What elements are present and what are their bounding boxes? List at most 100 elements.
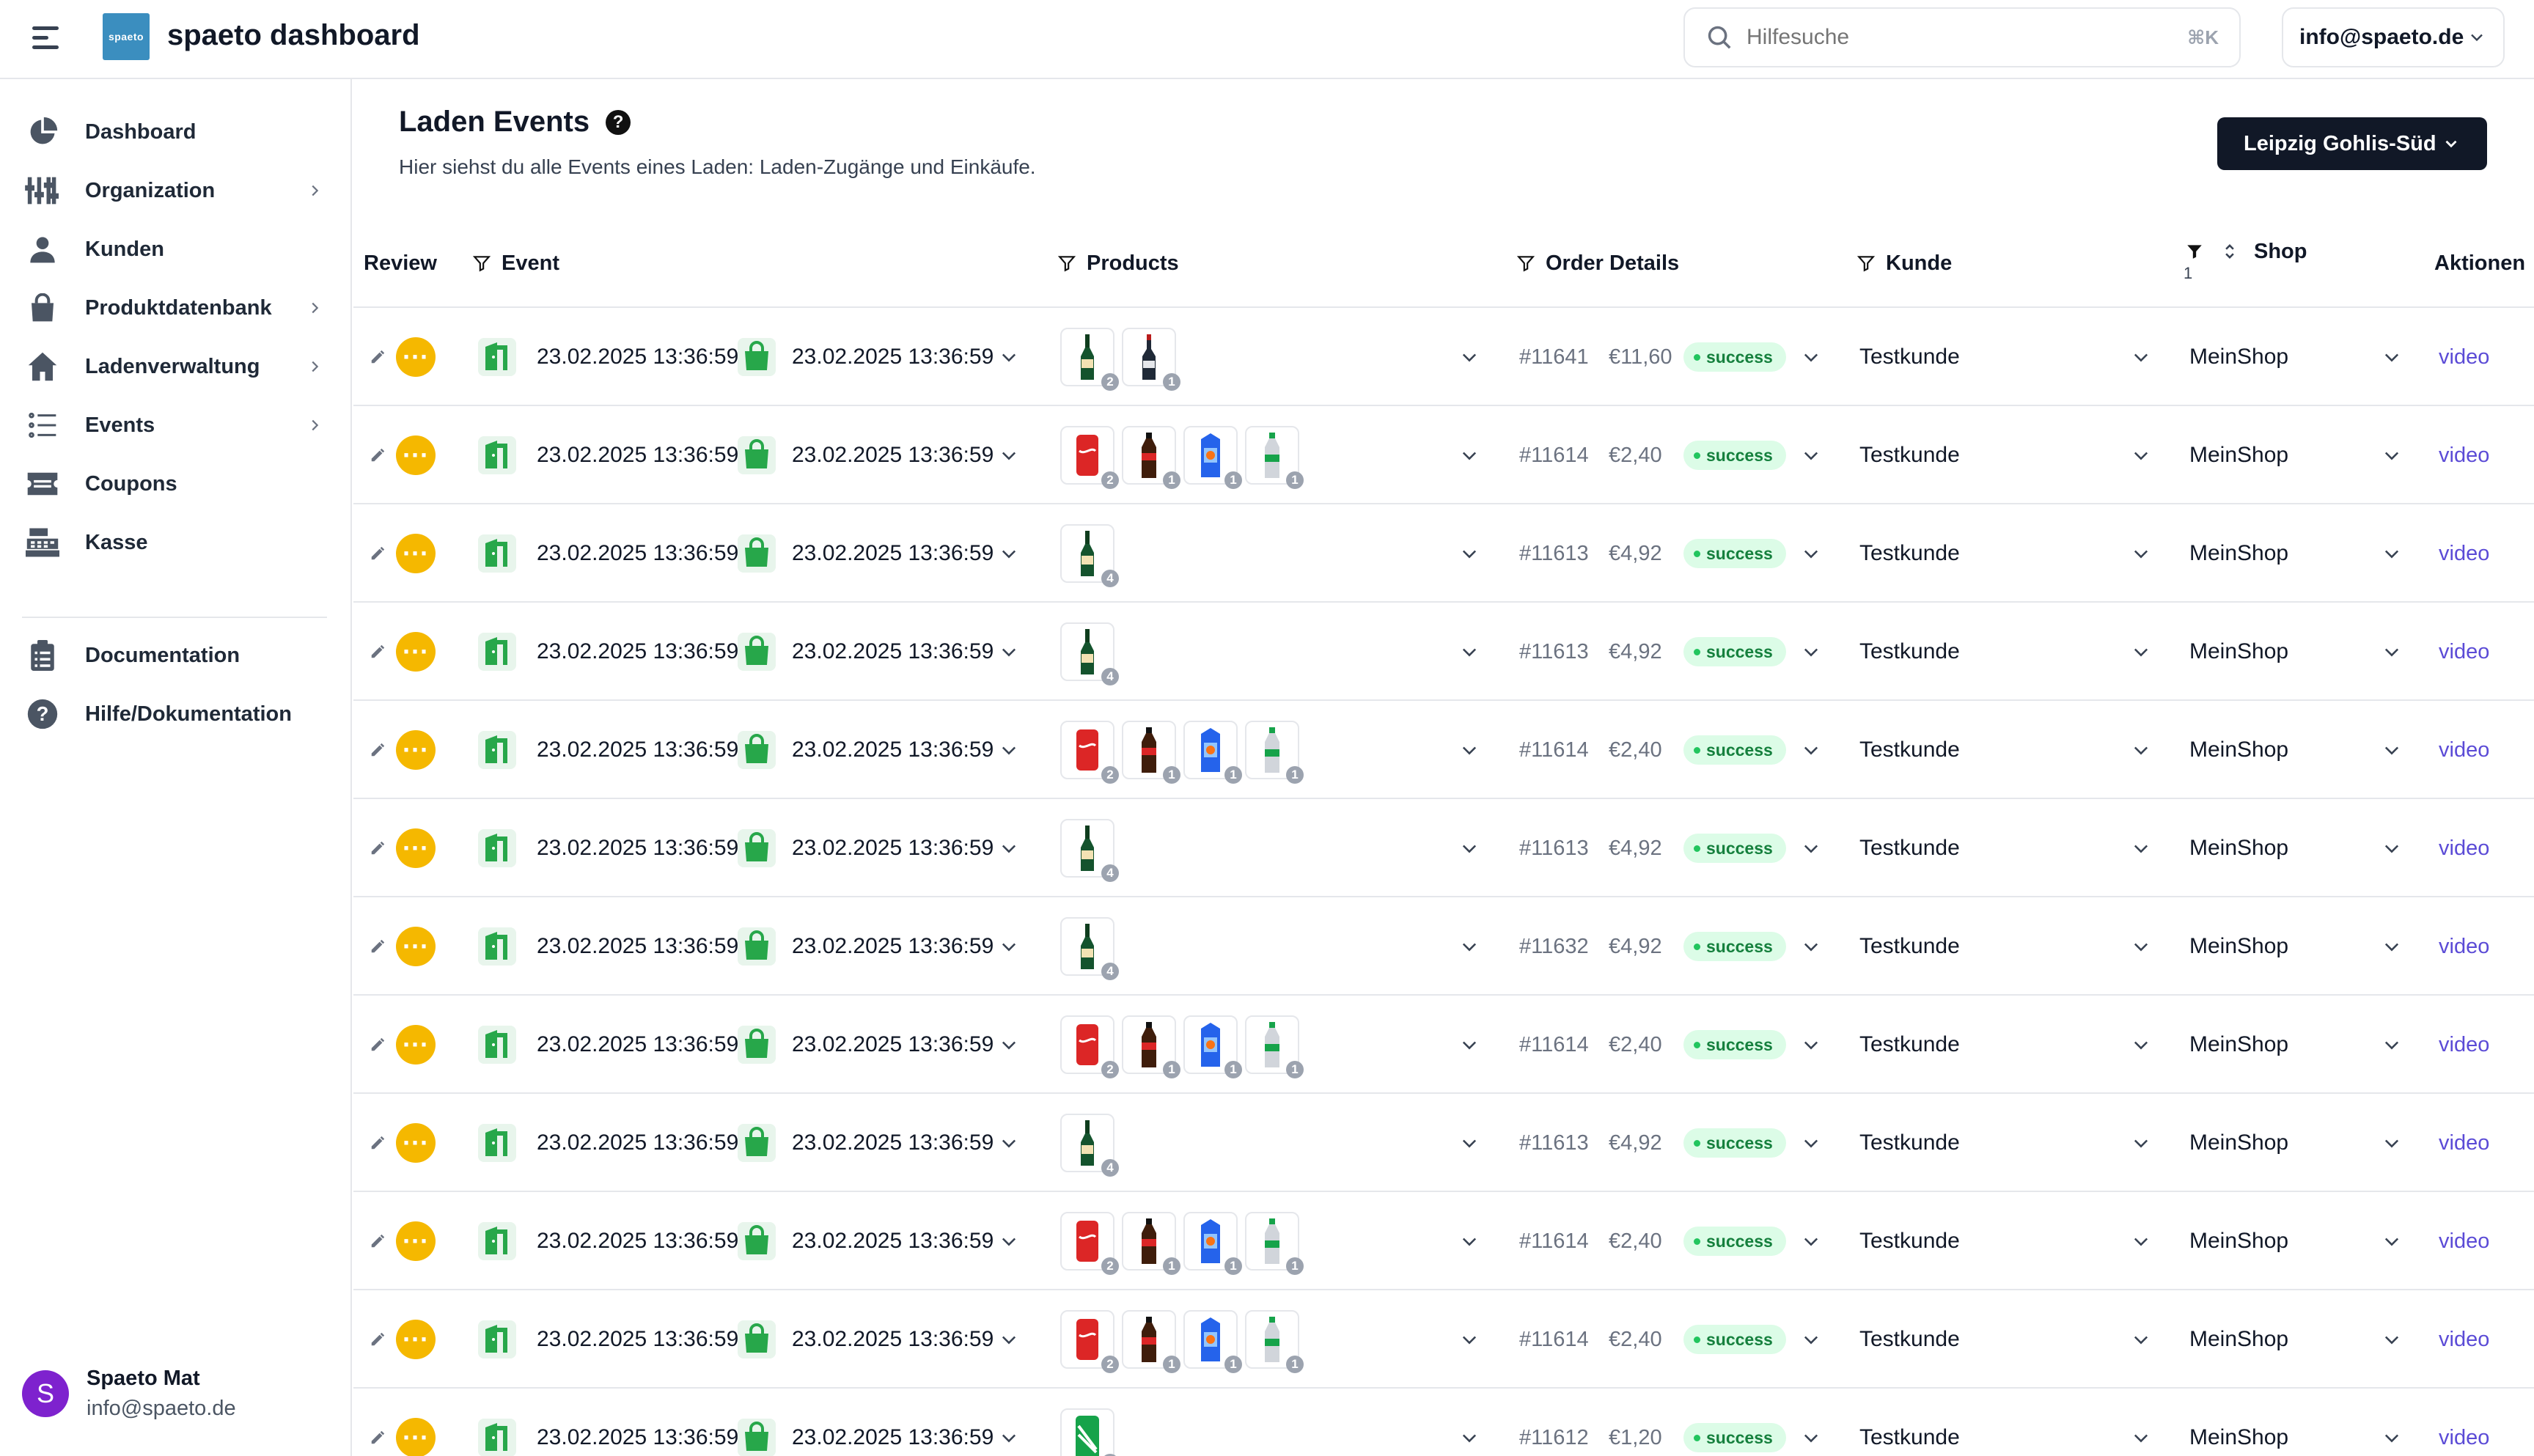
expand-customer-button[interactable]	[2131, 701, 2151, 799]
expand-order-button[interactable]	[1801, 1290, 1821, 1389]
expand-customer-button[interactable]	[2131, 996, 2151, 1094]
expand-order-button[interactable]	[1801, 406, 1821, 504]
expand-products-button[interactable]	[1459, 701, 1480, 799]
expand-customer-button[interactable]	[2131, 1094, 2151, 1192]
product-thumbnail[interactable]: 2	[1060, 1310, 1119, 1373]
column-header-shop[interactable]: Shop	[2185, 207, 2307, 296]
video-link[interactable]: video	[2439, 1290, 2489, 1389]
order-id[interactable]: #11612	[1519, 1389, 1589, 1456]
product-thumbnail[interactable]: 1	[1122, 1212, 1180, 1275]
product-thumbnail[interactable]: 2	[1060, 1015, 1119, 1078]
review-pending-icon[interactable]: ···	[396, 435, 436, 475]
product-thumbnail[interactable]: 4	[1060, 524, 1119, 587]
expand-products-button[interactable]	[1459, 504, 1480, 603]
review-pending-icon[interactable]: ···	[396, 927, 436, 966]
video-link[interactable]: video	[2439, 1094, 2489, 1192]
expand-products-button[interactable]	[1459, 1290, 1480, 1389]
order-id[interactable]: #11613	[1519, 1094, 1589, 1192]
expand-event-button[interactable]	[999, 897, 1019, 996]
edit-review-icon[interactable]	[370, 897, 386, 996]
expand-products-button[interactable]	[1459, 799, 1480, 897]
column-header-kunde[interactable]: Kunde	[1857, 218, 1952, 308]
sidebar-item-organization[interactable]: Organization	[22, 161, 330, 220]
expand-products-button[interactable]	[1459, 897, 1480, 996]
filter-icon[interactable]	[1857, 254, 1876, 273]
product-thumbnail[interactable]: 1	[1245, 426, 1304, 489]
video-link[interactable]: video	[2439, 799, 2489, 897]
video-link[interactable]: video	[2439, 1192, 2489, 1290]
edit-review-icon[interactable]	[370, 504, 386, 603]
product-thumbnail[interactable]: 1	[1183, 1015, 1242, 1078]
expand-order-button[interactable]	[1801, 1094, 1821, 1192]
sidebar-item-kunden[interactable]: Kunden	[22, 220, 330, 279]
video-link[interactable]: video	[2439, 996, 2489, 1094]
expand-customer-button[interactable]	[2131, 308, 2151, 406]
expand-event-button[interactable]	[999, 799, 1019, 897]
expand-event-button[interactable]	[999, 1290, 1019, 1389]
product-thumbnail[interactable]: 1	[1122, 328, 1180, 391]
product-thumbnail[interactable]: 2	[1060, 328, 1119, 391]
order-id[interactable]: #11614	[1519, 701, 1589, 799]
expand-shop-button[interactable]	[2381, 799, 2402, 897]
expand-order-button[interactable]	[1801, 308, 1821, 406]
expand-order-button[interactable]	[1801, 1389, 1821, 1456]
order-id[interactable]: #11613	[1519, 603, 1589, 701]
expand-customer-button[interactable]	[2131, 603, 2151, 701]
order-id[interactable]: #11614	[1519, 1290, 1589, 1389]
product-thumbnail[interactable]: 1	[1122, 1015, 1180, 1078]
product-thumbnail[interactable]: 1	[1122, 721, 1180, 784]
column-header-products[interactable]: Products	[1057, 218, 1179, 308]
expand-event-button[interactable]	[999, 1094, 1019, 1192]
sidebar-item-documentation[interactable]: Documentation	[22, 626, 330, 685]
edit-review-icon[interactable]	[370, 1192, 386, 1290]
order-id[interactable]: #11614	[1519, 996, 1589, 1094]
product-thumbnail[interactable]: 1	[1183, 721, 1242, 784]
expand-products-button[interactable]	[1459, 308, 1480, 406]
order-id[interactable]: #11613	[1519, 504, 1589, 603]
edit-review-icon[interactable]	[370, 406, 386, 504]
edit-review-icon[interactable]	[370, 1290, 386, 1389]
expand-products-button[interactable]	[1459, 1094, 1480, 1192]
help-search[interactable]: ⌘K	[1683, 7, 2241, 67]
review-pending-icon[interactable]: ···	[396, 1123, 436, 1163]
expand-shop-button[interactable]	[2381, 308, 2402, 406]
expand-shop-button[interactable]	[2381, 1389, 2402, 1456]
order-id[interactable]: #11632	[1519, 897, 1589, 996]
expand-order-button[interactable]	[1801, 799, 1821, 897]
product-thumbnail[interactable]: 4	[1060, 917, 1119, 980]
column-header-order-details[interactable]: Order Details	[1516, 218, 1679, 308]
expand-event-button[interactable]	[999, 603, 1019, 701]
expand-products-button[interactable]	[1459, 1192, 1480, 1290]
sidebar-item-hilfe[interactable]: ? Hilfe/Dokumentation	[22, 685, 330, 743]
expand-event-button[interactable]	[999, 1192, 1019, 1290]
expand-products-button[interactable]	[1459, 996, 1480, 1094]
expand-shop-button[interactable]	[2381, 603, 2402, 701]
expand-customer-button[interactable]	[2131, 504, 2151, 603]
product-thumbnail[interactable]: 4	[1060, 622, 1119, 685]
expand-customer-button[interactable]	[2131, 1389, 2151, 1456]
video-link[interactable]: video	[2439, 603, 2489, 701]
expand-order-button[interactable]	[1801, 504, 1821, 603]
order-id[interactable]: #11614	[1519, 406, 1589, 504]
expand-shop-button[interactable]	[2381, 996, 2402, 1094]
expand-products-button[interactable]	[1459, 603, 1480, 701]
product-thumbnail[interactable]: 1	[1245, 1310, 1304, 1373]
video-link[interactable]: video	[2439, 406, 2489, 504]
edit-review-icon[interactable]	[370, 308, 386, 406]
user-menu-dropdown[interactable]: info@spaeto.de	[2282, 7, 2505, 67]
review-pending-icon[interactable]: ···	[396, 1025, 436, 1065]
expand-event-button[interactable]	[999, 701, 1019, 799]
product-thumbnail[interactable]: 1	[1122, 1310, 1180, 1373]
expand-customer-button[interactable]	[2131, 406, 2151, 504]
expand-event-button[interactable]	[999, 1389, 1019, 1456]
review-pending-icon[interactable]: ···	[396, 632, 436, 672]
video-link[interactable]: video	[2439, 897, 2489, 996]
review-pending-icon[interactable]: ···	[396, 730, 436, 770]
expand-order-button[interactable]	[1801, 603, 1821, 701]
column-header-event[interactable]: Event	[472, 218, 559, 308]
help-search-input[interactable]	[1747, 25, 2188, 50]
expand-order-button[interactable]	[1801, 1192, 1821, 1290]
product-thumbnail[interactable]: 1	[1245, 721, 1304, 784]
edit-review-icon[interactable]	[370, 603, 386, 701]
expand-event-button[interactable]	[999, 504, 1019, 603]
